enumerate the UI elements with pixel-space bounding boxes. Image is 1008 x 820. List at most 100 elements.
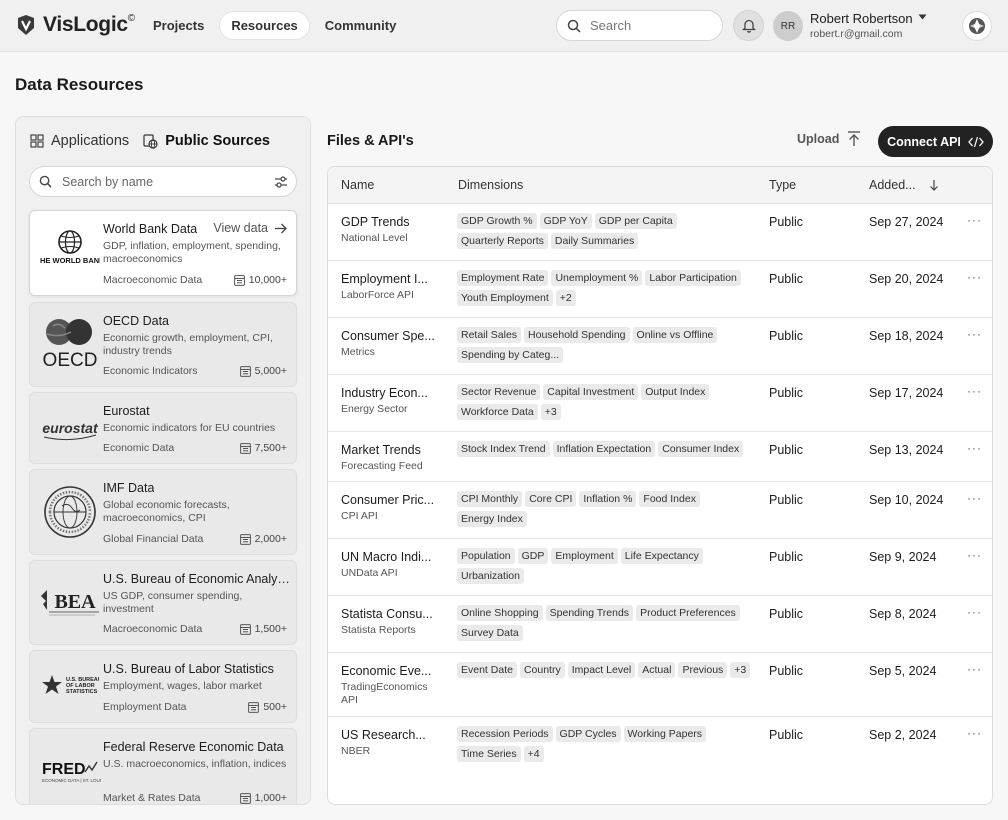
table-row[interactable]: GDP Trends National Level GDP Growth % GDP … (328, 204, 992, 261)
dimension-tag[interactable]: Workforce Data (457, 404, 538, 420)
dimension-tag[interactable]: Spending by Categ... (457, 347, 564, 363)
source-card-eurostat[interactable]: eurostat Eurostat Economic indicators fo… (29, 392, 297, 464)
col-name[interactable]: Name (341, 178, 374, 192)
nav-projects[interactable]: Projects (142, 11, 215, 40)
dimension-tag[interactable]: Survey Data (457, 625, 523, 641)
dimension-tag[interactable]: GDP Growth % (457, 213, 537, 229)
dimension-tag[interactable]: CPI Monthly (457, 491, 523, 507)
upload-button[interactable]: Upload (797, 131, 861, 147)
dimension-tag[interactable]: Product Preferences (636, 605, 740, 621)
source-name: Eurostat (103, 404, 150, 418)
source-count: 10,000+ (233, 274, 287, 286)
col-dimensions[interactable]: Dimensions (458, 178, 523, 192)
workspace-switcher[interactable] (962, 11, 992, 41)
nav-resources[interactable]: Resources (219, 11, 310, 40)
more-options-icon[interactable]: ··· (967, 213, 982, 227)
dimension-tag[interactable]: Inflation Expectation (552, 441, 656, 457)
table-row[interactable]: Employment I... LaborForce API Employment … (328, 261, 992, 318)
table-row[interactable]: Economic Eve... TradingEconomics API Event… (328, 653, 992, 717)
dimension-tag[interactable]: Consumer Index (658, 441, 744, 457)
sources-search[interactable] (29, 166, 297, 197)
dimension-tag[interactable]: Population (457, 548, 515, 564)
dimension-tag[interactable]: Actual (638, 662, 676, 678)
notifications-button[interactable] (733, 10, 764, 41)
sort-descending-icon[interactable] (929, 179, 939, 191)
dimension-tag[interactable]: Retail Sales (457, 327, 522, 343)
source-count: 5,000+ (239, 365, 287, 377)
dimension-tag[interactable]: Online vs Offline (632, 327, 718, 343)
source-card-oecd[interactable]: OECD OECD Data Economic growth, employme… (29, 302, 297, 387)
dimension-tag[interactable]: +3 (540, 404, 561, 420)
table-row[interactable]: Consumer Pric... CPI API CPI Monthly Core C… (328, 482, 992, 539)
dimension-tag[interactable]: Youth Employment (457, 290, 553, 306)
dimension-tag[interactable]: Life Expectancy (620, 548, 703, 564)
dimension-tag[interactable]: Previous (678, 662, 728, 678)
dimension-tag[interactable]: Energy Index (457, 511, 527, 527)
dimension-tag[interactable]: Food Index (639, 491, 700, 507)
table-row[interactable]: Consumer Spe... Metrics Retail Sales Househ… (328, 318, 992, 375)
nav-community[interactable]: Community (314, 11, 408, 40)
dimension-tag[interactable]: Employment (551, 548, 618, 564)
dimension-tag[interactable]: Country (519, 662, 565, 678)
filter-sliders-icon[interactable] (274, 175, 288, 189)
more-options-icon[interactable]: ··· (967, 605, 982, 619)
more-options-icon[interactable]: ··· (967, 726, 982, 740)
more-options-icon[interactable]: ··· (967, 327, 982, 341)
dimension-tag[interactable]: Inflation % (579, 491, 637, 507)
more-options-icon[interactable]: ··· (967, 441, 982, 455)
dimension-tag[interactable]: Household Spending (524, 327, 630, 343)
col-type[interactable]: Type (769, 178, 796, 192)
source-card-imf[interactable]: IMF Data Global economic forecasts, macr… (29, 469, 297, 555)
source-card-world-bank[interactable]: THE WORLD BANK World Bank Data View data… (29, 210, 297, 296)
dimension-tag[interactable]: +4 (523, 746, 544, 762)
dimension-tag[interactable]: Output Index (641, 384, 710, 400)
dimension-tag[interactable]: Event Date (457, 662, 517, 678)
dimension-tag[interactable]: Employment Rate (457, 270, 549, 286)
dimension-tag[interactable]: +2 (555, 290, 576, 306)
dimension-tag[interactable]: +3 (730, 662, 751, 678)
dimension-tag[interactable]: Unemployment % (551, 270, 643, 286)
table-row[interactable]: Industry Econ... Energy Sector Sector Reve… (328, 375, 992, 432)
tab-applications[interactable]: Applications (30, 133, 129, 149)
dimension-tag[interactable]: Stock Index Trend (457, 441, 550, 457)
dimension-tag[interactable]: Impact Level (567, 662, 636, 678)
global-search[interactable] (556, 10, 723, 41)
dimension-tag[interactable]: Labor Participation (645, 270, 741, 286)
tab-public-sources[interactable]: Public Sources (143, 133, 270, 149)
dimension-tag[interactable]: GDP (517, 548, 549, 564)
more-options-icon[interactable]: ··· (967, 548, 982, 562)
dimension-tag[interactable]: Recession Periods (457, 726, 553, 742)
table-row[interactable]: US Research... NBER Recession Periods GDP C… (328, 717, 992, 787)
dimension-tag[interactable]: GDP YoY (539, 213, 592, 229)
more-options-icon[interactable]: ··· (967, 491, 982, 505)
source-card-fred[interactable]: FRED ECONOMIC DATA | ST. LOUIS FED Feder… (29, 728, 297, 804)
dimension-tag[interactable]: Urbanization (457, 568, 524, 584)
dimension-tag[interactable]: Daily Summaries (550, 233, 639, 249)
caret-down-icon[interactable] (918, 13, 927, 21)
dimension-tag[interactable]: Quarterly Reports (457, 233, 548, 249)
connect-api-button[interactable]: Connect API (878, 126, 993, 157)
dimension-tag[interactable]: Online Shopping (457, 605, 543, 621)
dimension-tag[interactable]: GDP per Capita (594, 213, 677, 229)
dimension-tag[interactable]: Working Papers (623, 726, 707, 742)
dimension-tag[interactable]: Time Series (457, 746, 521, 762)
dimension-tag[interactable]: Capital Investment (543, 384, 639, 400)
view-data-button[interactable]: View data (213, 221, 287, 235)
global-search-input[interactable] (590, 18, 710, 33)
table-row[interactable]: UN Macro Indi... UNData API Population GDP E… (328, 539, 992, 596)
more-options-icon[interactable]: ··· (967, 662, 982, 676)
source-card-bls[interactable]: U.S. BUREAU OF LABOR STATISTICS U.S. Bur… (29, 650, 297, 723)
dimension-tag[interactable]: GDP Cycles (555, 726, 621, 742)
avatar[interactable]: RR (773, 11, 803, 41)
dimension-tag[interactable]: Spending Trends (545, 605, 634, 621)
more-options-icon[interactable]: ··· (967, 384, 982, 398)
source-card-bea[interactable]: BEA U.S. Bureau of Economic Analysis US … (29, 560, 297, 645)
app-logo[interactable]: VisLogic© (15, 13, 135, 37)
table-row[interactable]: Statista Consu... Statista Reports Online … (328, 596, 992, 653)
dimension-tag[interactable]: Core CPI (525, 491, 577, 507)
dimension-tag[interactable]: Sector Revenue (457, 384, 541, 400)
col-added[interactable]: Added... (869, 178, 916, 192)
sources-search-input[interactable] (62, 174, 262, 189)
table-row[interactable]: Market Trends Forecasting Feed Stock Index… (328, 432, 992, 482)
more-options-icon[interactable]: ··· (967, 270, 982, 284)
